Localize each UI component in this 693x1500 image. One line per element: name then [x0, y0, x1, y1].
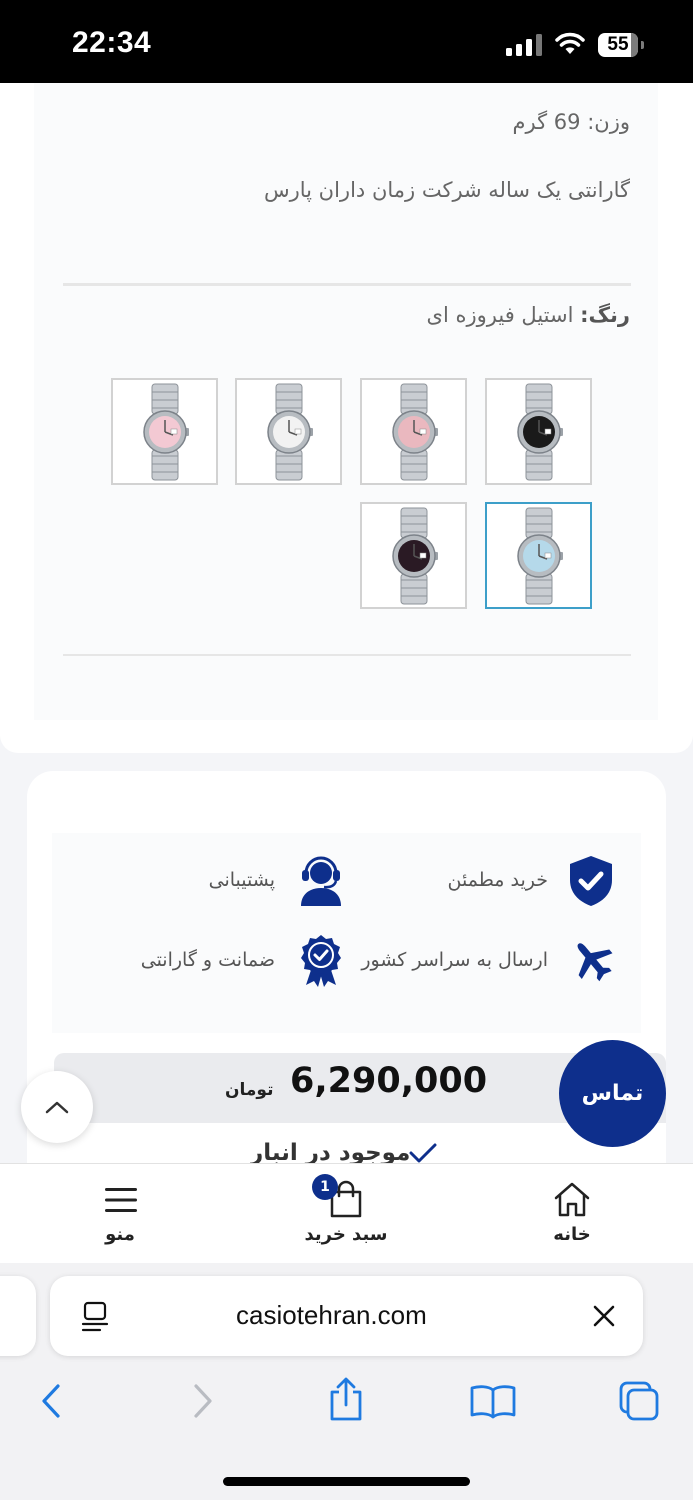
- support-agent-icon: [301, 856, 341, 906]
- watch-icon: [391, 507, 438, 604]
- address-bar[interactable]: casiotehran.com: [50, 1276, 643, 1356]
- divider: [63, 283, 631, 286]
- check-icon: [409, 1143, 437, 1163]
- feature-secure-purchase: خرید مطمئن: [447, 869, 548, 891]
- product-warranty: گارانتی یک ساله شرکت زمان داران پارس: [263, 178, 630, 202]
- share-icon[interactable]: [327, 1376, 365, 1422]
- nav-home[interactable]: خانه: [512, 1164, 632, 1264]
- cart-count-badge: 1: [312, 1174, 338, 1200]
- airplane-icon: [577, 943, 613, 982]
- nav-home-label: خانه: [553, 1224, 591, 1245]
- reader-mode-icon[interactable]: [80, 1301, 110, 1333]
- forward-arrow-icon[interactable]: [190, 1383, 216, 1419]
- watch-icon: [266, 383, 313, 480]
- battery-level: 55: [607, 34, 629, 55]
- color-value: استیل فیروزه ای: [426, 303, 574, 327]
- feature-shipping: ارسال به سراسر کشور: [361, 949, 548, 971]
- wifi-icon: [555, 32, 585, 54]
- watch-icon: [516, 383, 563, 480]
- stock-status: موجود در انبار: [250, 1140, 411, 1164]
- product-price: 6,290,000: [290, 1061, 488, 1101]
- divider: [63, 654, 631, 656]
- nav-menu[interactable]: منو: [60, 1164, 180, 1264]
- price-currency: تومان: [225, 1080, 274, 1100]
- chevron-up-icon: [45, 1101, 69, 1114]
- cellular-signal-icon: [506, 34, 544, 56]
- color-selection-label: رنگ: استیل فیروزه ای: [427, 303, 630, 327]
- features-inner: [52, 833, 641, 1033]
- hamburger-menu-icon: [105, 1188, 137, 1212]
- home-indicator: [223, 1477, 470, 1486]
- tabs-icon[interactable]: [617, 1380, 661, 1422]
- color-label: رنگ:: [580, 303, 630, 327]
- feature-guarantee: ضمانت و گارانتی: [140, 949, 275, 971]
- color-swatch-dark-red[interactable]: [360, 502, 467, 609]
- product-weight: وزن: 69 گرم: [512, 110, 630, 134]
- back-arrow-icon[interactable]: [38, 1383, 64, 1419]
- color-swatch-white[interactable]: [235, 378, 342, 485]
- bookmarks-icon[interactable]: [469, 1383, 517, 1419]
- status-time: 22:34: [72, 26, 152, 59]
- feature-support: پشتیبانی: [208, 869, 275, 891]
- watch-icon: [516, 507, 563, 604]
- bottom-navigation: منو سبد خرید خانه: [0, 1163, 693, 1263]
- scroll-to-top-button[interactable]: [21, 1071, 93, 1143]
- color-swatch-pink[interactable]: [360, 378, 467, 485]
- url-text: casiotehran.com: [236, 1300, 427, 1330]
- nav-cart-label: سبد خرید: [304, 1224, 388, 1245]
- contact-button[interactable]: تماس: [559, 1040, 666, 1147]
- shield-check-icon: [570, 856, 612, 906]
- color-swatch-black[interactable]: [485, 378, 592, 485]
- color-swatch-turquoise[interactable]: [485, 502, 592, 609]
- home-icon: [554, 1182, 590, 1217]
- nav-cart[interactable]: سبد خرید: [286, 1164, 406, 1264]
- badge-check-icon: [301, 935, 341, 987]
- color-swatch-light-pink[interactable]: [111, 378, 218, 485]
- watch-icon: [391, 383, 438, 480]
- battery-icon: 55: [598, 33, 638, 57]
- close-icon[interactable]: [592, 1304, 616, 1328]
- status-bar: 22:34 55: [0, 0, 693, 83]
- nav-menu-label: منو: [105, 1224, 135, 1245]
- previous-tab-peek[interactable]: [0, 1276, 36, 1356]
- watch-icon: [142, 383, 189, 480]
